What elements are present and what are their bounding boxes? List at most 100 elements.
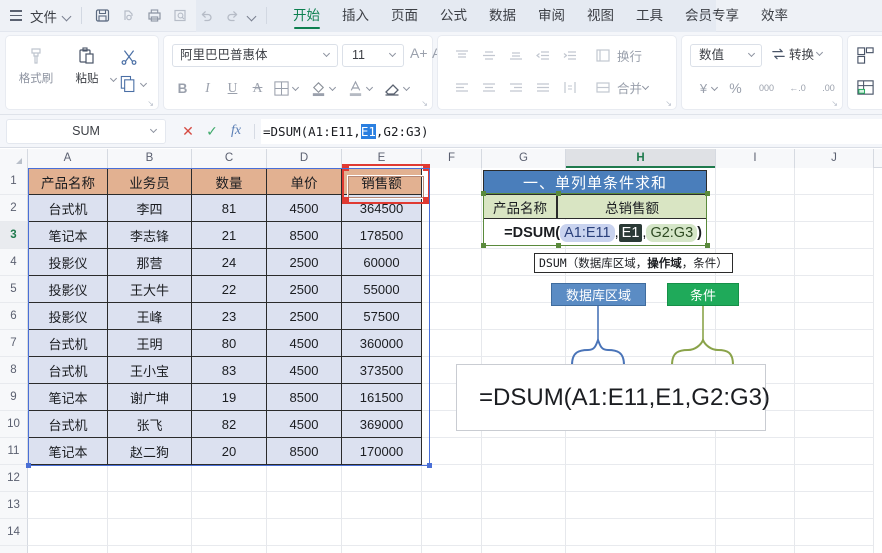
cell-D12[interactable] xyxy=(267,465,342,492)
cell-B10[interactable]: 张飞 xyxy=(108,411,192,438)
cell-J4[interactable] xyxy=(795,249,874,276)
row-header-7[interactable]: 7 xyxy=(0,330,28,357)
increase-decimal-icon[interactable]: ←.0 xyxy=(782,76,813,100)
cell-I11[interactable] xyxy=(716,438,795,465)
cell-C7[interactable]: 80 xyxy=(192,330,267,357)
cell-F4[interactable] xyxy=(422,249,482,276)
column-header-g[interactable]: G xyxy=(482,149,566,168)
insert-function-icon[interactable]: fx xyxy=(224,119,248,143)
decrease-decimal-icon[interactable]: .00 xyxy=(813,76,844,100)
cell-H12[interactable] xyxy=(566,465,716,492)
app-menu-icon[interactable] xyxy=(6,6,26,26)
cell-H14[interactable] xyxy=(566,519,716,546)
cell-J6[interactable] xyxy=(795,303,874,330)
row-header-9[interactable]: 9 xyxy=(0,384,28,411)
column-header-b[interactable]: B xyxy=(108,149,192,168)
cell-A12[interactable] xyxy=(28,465,108,492)
font-size-select[interactable]: 11 xyxy=(342,44,404,67)
cell-J9[interactable] xyxy=(795,384,874,411)
column-header-d[interactable]: D xyxy=(267,149,342,168)
cell-B3[interactable]: 李志锋 xyxy=(108,222,192,249)
cell-E10[interactable]: 369000 xyxy=(342,411,422,438)
chevron-down-icon[interactable] xyxy=(323,50,332,59)
chevron-down-icon[interactable] xyxy=(150,126,159,135)
ribbon-tab-7[interactable]: 工具 xyxy=(625,0,674,32)
bold-button[interactable]: B xyxy=(170,76,195,100)
cell-I6[interactable] xyxy=(716,303,795,330)
cell-B4[interactable]: 那营 xyxy=(108,249,192,276)
cell-C6[interactable]: 23 xyxy=(192,303,267,330)
cell-A15[interactable] xyxy=(28,546,108,553)
undo-icon[interactable] xyxy=(193,4,219,28)
chevron-down-icon[interactable] xyxy=(60,9,74,23)
align-bottom-icon[interactable] xyxy=(502,44,529,67)
row-header-3[interactable]: 3 xyxy=(0,222,28,249)
fill-color-chevron-down-icon[interactable] xyxy=(329,84,338,93)
cell-D10[interactable]: 4500 xyxy=(267,411,342,438)
cell-F5[interactable] xyxy=(422,276,482,303)
cell-J1[interactable] xyxy=(795,168,874,195)
cell-H6[interactable] xyxy=(566,303,716,330)
column-header-f[interactable]: F xyxy=(422,149,482,168)
ribbon-tab-3[interactable]: 公式 xyxy=(429,0,478,32)
convert-button[interactable]: 转换 xyxy=(770,44,825,63)
cell-D6[interactable]: 2500 xyxy=(267,303,342,330)
cell-J8[interactable] xyxy=(795,357,874,384)
ribbon-tab-1[interactable]: 插入 xyxy=(331,0,380,32)
cell-F13[interactable] xyxy=(422,492,482,519)
cell-C3[interactable]: 21 xyxy=(192,222,267,249)
strikethrough-button[interactable]: A xyxy=(245,76,270,100)
cell-J2[interactable] xyxy=(795,195,874,222)
print-icon[interactable] xyxy=(141,4,167,28)
italic-button[interactable]: I xyxy=(195,76,220,100)
number-expand-icon[interactable] xyxy=(828,98,838,108)
column-header-i[interactable]: I xyxy=(716,149,795,168)
borders-icon[interactable] xyxy=(270,76,292,100)
row-header-13[interactable]: 13 xyxy=(0,492,28,519)
cell-J11[interactable] xyxy=(795,438,874,465)
cell-C12[interactable] xyxy=(192,465,267,492)
ribbon-tab-5[interactable]: 审阅 xyxy=(527,0,576,32)
cell-G7[interactable] xyxy=(482,330,566,357)
column-header-a[interactable]: A xyxy=(28,149,108,168)
formula-input[interactable]: =DSUM(A1:E11, E1 ,G2:G3) xyxy=(261,118,882,144)
align-top-icon[interactable] xyxy=(448,44,475,67)
merge-cells-icon[interactable] xyxy=(589,76,616,99)
merge-chevron-down-icon[interactable] xyxy=(642,83,651,92)
copy-button[interactable] xyxy=(118,74,138,99)
conditional-format-icon[interactable] xyxy=(856,46,875,70)
cell-E2[interactable]: 364500 xyxy=(342,195,422,222)
confirm-formula-button[interactable]: ✓ xyxy=(200,119,224,143)
cell-J13[interactable] xyxy=(795,492,874,519)
borders-chevron-down-icon[interactable] xyxy=(292,84,301,93)
cell-A13[interactable] xyxy=(28,492,108,519)
cell-B5[interactable]: 王大牛 xyxy=(108,276,192,303)
cell-J5[interactable] xyxy=(795,276,874,303)
cell-E1[interactable]: 销售额 xyxy=(342,168,422,195)
align-right-icon[interactable] xyxy=(502,76,529,99)
comma-style-icon[interactable]: 000 xyxy=(751,76,782,100)
underline-button[interactable]: U xyxy=(220,76,245,100)
cell-D4[interactable]: 2500 xyxy=(267,249,342,276)
format-painter-button[interactable]: 格式刷 xyxy=(12,45,60,86)
print-search-icon[interactable] xyxy=(167,4,193,28)
cell-A1[interactable]: 产品名称 xyxy=(28,168,108,195)
cell-E4[interactable]: 60000 xyxy=(342,249,422,276)
cell-E12[interactable] xyxy=(342,465,422,492)
cell-J10[interactable] xyxy=(795,411,874,438)
cell-D8[interactable]: 4500 xyxy=(267,357,342,384)
cell-E15[interactable] xyxy=(342,546,422,553)
ribbon-tab-9[interactable]: 效率 xyxy=(750,0,799,32)
cell-G11[interactable] xyxy=(482,438,566,465)
cell-C10[interactable]: 82 xyxy=(192,411,267,438)
cell-G14[interactable] xyxy=(482,519,566,546)
cell-I15[interactable] xyxy=(716,546,795,553)
cell-F11[interactable] xyxy=(422,438,482,465)
clear-format-eraser-icon[interactable] xyxy=(381,76,403,100)
column-header-j[interactable]: J xyxy=(795,149,874,168)
cell-B15[interactable] xyxy=(108,546,192,553)
merge-label[interactable]: 合并 xyxy=(617,78,642,97)
cell-J7[interactable] xyxy=(795,330,874,357)
cell-A3[interactable]: 笔记本 xyxy=(28,222,108,249)
ribbon-tab-0[interactable]: 开始 xyxy=(282,0,331,32)
